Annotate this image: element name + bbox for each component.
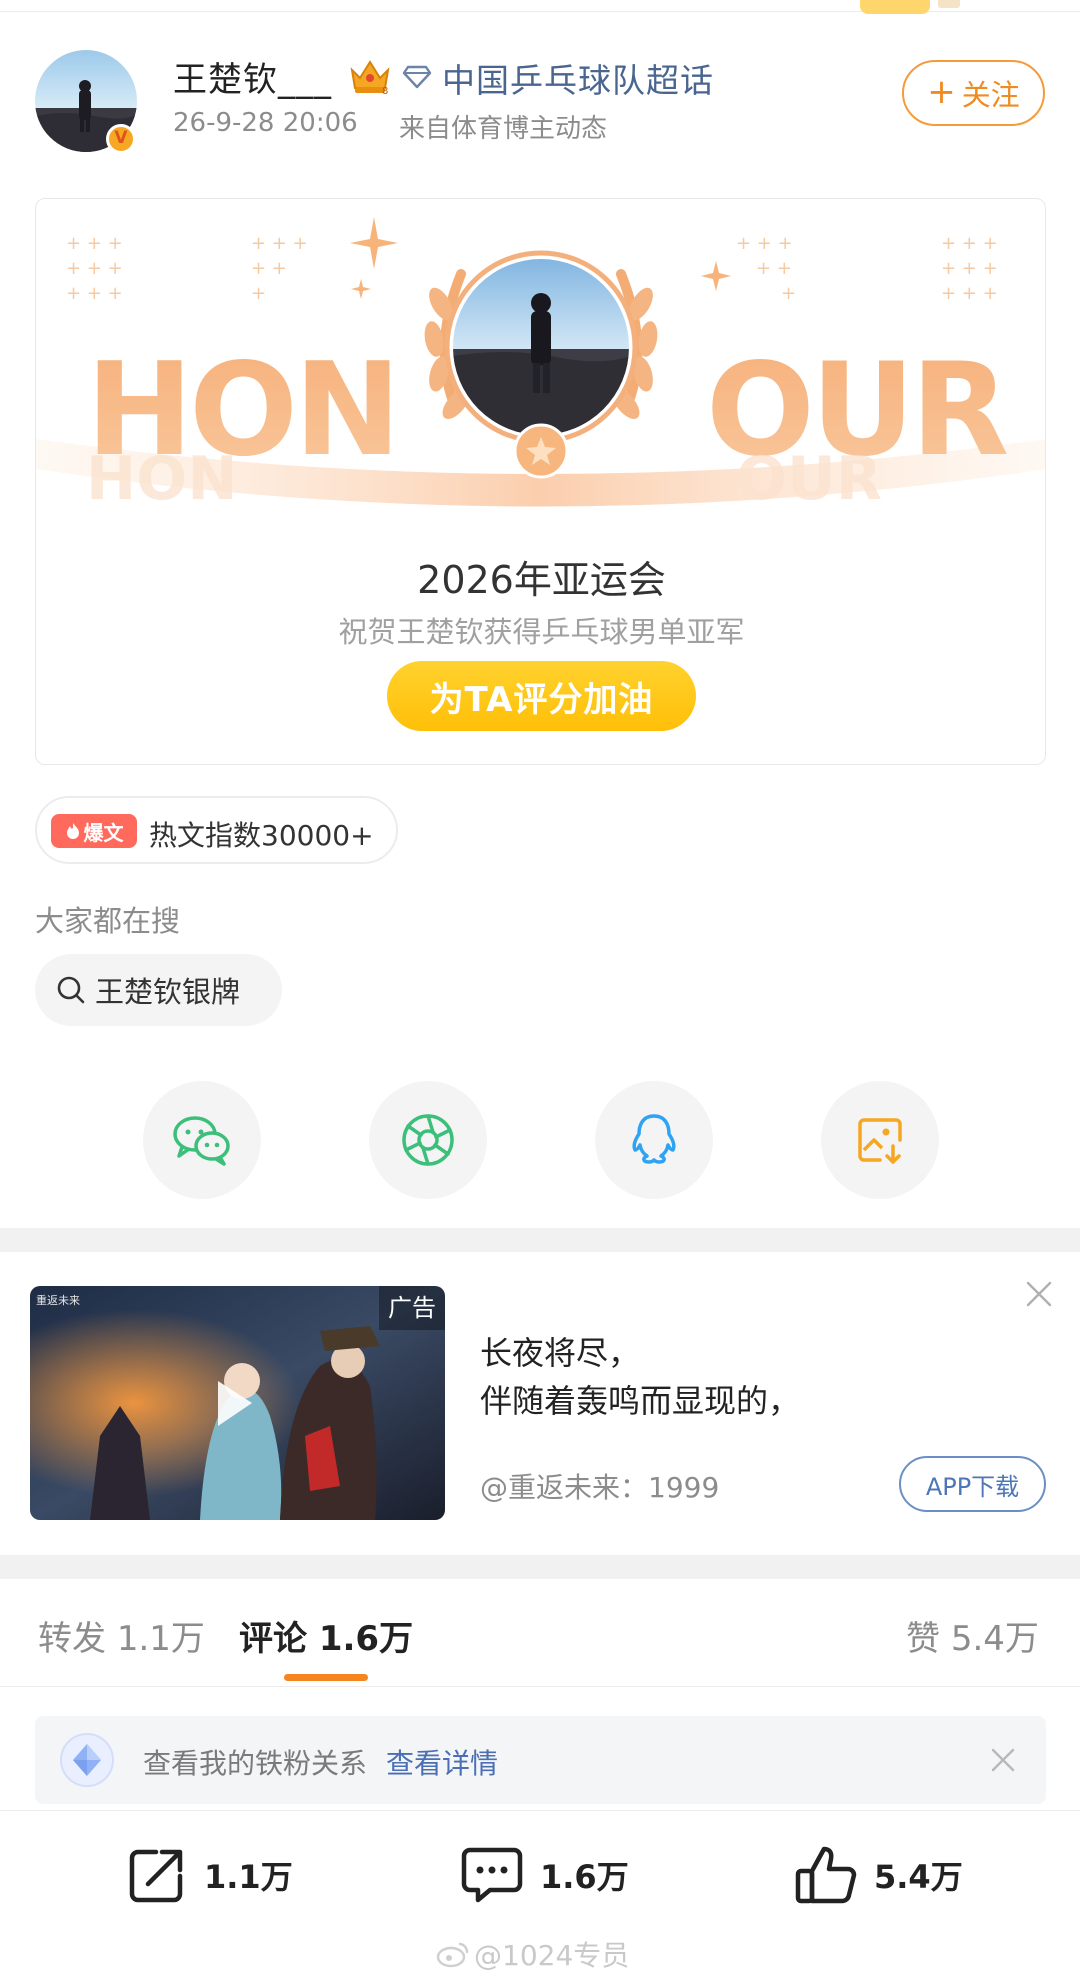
tab-repost-label: 转发 — [38, 1619, 106, 1659]
wechat-icon — [173, 1116, 230, 1166]
hot-badge: 爆文 — [51, 814, 137, 848]
tab-like[interactable]: 赞 5.4万 — [906, 1611, 1039, 1660]
share-wechat-button[interactable] — [143, 1081, 261, 1199]
search-icon — [57, 976, 85, 1004]
bottom-bar-divider — [0, 1810, 1080, 1811]
fan-relation-text: 查看我的铁粉关系 — [143, 1747, 368, 1780]
moments-icon — [402, 1114, 454, 1166]
watermark: @1024专员 — [436, 1934, 629, 1974]
svg-text:+ + +: + + + — [941, 283, 998, 304]
honour-card[interactable]: + + + + + + + + + + + + + + + + + + + + + + + … — [35, 198, 1046, 765]
ad-copy-line-1: 长夜将尽， — [480, 1334, 641, 1372]
diamond-icon — [402, 65, 432, 89]
hot-badge-label: 爆文 — [83, 820, 124, 845]
repost-icon — [129, 1849, 183, 1903]
crown-icon: 8 — [350, 60, 390, 96]
svg-text:8: 8 — [382, 86, 388, 96]
svg-text:+ + +: + + + — [941, 233, 998, 254]
svg-text:+ + +: + + + — [251, 233, 308, 254]
tab-like-label: 赞 — [906, 1619, 940, 1659]
share-qq-button[interactable] — [595, 1081, 713, 1199]
save-image-icon — [858, 1118, 902, 1164]
svg-text:HON: HON — [86, 444, 237, 514]
cheer-button[interactable]: 为TA评分加油 — [387, 661, 696, 731]
svg-text:重返未来: 重返未来 — [36, 1293, 80, 1307]
comment-count: 1.6万 — [540, 1858, 629, 1896]
fan-relation-link[interactable]: 查看详情 — [386, 1742, 498, 1782]
section-divider — [0, 1228, 1080, 1252]
search-section-label: 大家都在搜 — [35, 904, 181, 938]
svg-text:+ + +: + + + — [66, 258, 123, 279]
hot-index-tag[interactable]: 爆文 热文指数30000+ — [35, 796, 398, 864]
close-ad-icon[interactable] — [1022, 1277, 1056, 1311]
flame-icon — [66, 823, 79, 839]
like-action[interactable]: 5.4万 — [794, 1842, 963, 1908]
qq-icon — [632, 1114, 676, 1164]
fan-relation-bar[interactable]: 查看我的铁粉关系 查看详情 — [35, 1716, 1046, 1804]
comment-icon — [461, 1847, 523, 1903]
ad-copy-line-2: 伴随着轰鸣而显现的， — [480, 1382, 801, 1420]
tab-comment-label: 评论 — [239, 1619, 307, 1659]
svg-text:+ +: + + — [251, 258, 287, 279]
fan-diamond-icon — [60, 1733, 114, 1787]
svg-text:+ +: + + — [756, 258, 792, 279]
ad-video-thumbnail[interactable]: 重返未来 广告 — [30, 1286, 445, 1520]
follow-label: 关注 — [961, 78, 1020, 112]
save-image-button[interactable] — [821, 1081, 939, 1199]
hot-index-text: 热文指数30000+ — [149, 819, 374, 852]
svg-text:OUR: OUR — [736, 444, 882, 514]
tab-repost[interactable]: 转发 1.1万 — [38, 1611, 205, 1660]
comment-action[interactable]: 1.6万 — [460, 1842, 629, 1908]
ad-tag: 广告 — [379, 1286, 445, 1330]
repost-action[interactable]: 1.1万 — [126, 1842, 293, 1908]
watermark-text: @1024专员 — [474, 1939, 630, 1972]
share-moments-button[interactable] — [369, 1081, 487, 1199]
tab-indicator — [284, 1674, 368, 1681]
search-chip-text: 王楚钦银牌 — [95, 975, 241, 1009]
svg-text:+ + +: + + + — [941, 258, 998, 279]
app-download-button[interactable]: APP下载 — [899, 1456, 1046, 1512]
decoration-icon — [860, 0, 960, 14]
thumbs-up-icon — [795, 1846, 857, 1904]
honour-subtitle: 祝贺王楚钦获得乒乓球男单亚军 — [338, 615, 745, 649]
svg-text:+: + — [781, 283, 796, 304]
tab-like-count: 5.4万 — [950, 1619, 1039, 1659]
username[interactable]: 王楚钦___ — [173, 52, 332, 101]
weibo-logo-icon — [436, 1942, 469, 1968]
honour-banner: + + + + + + + + + + + + + + + + + + + + + + + … — [36, 217, 1045, 514]
ad-account[interactable]: @重返未来：1999 — [480, 1466, 719, 1506]
post-source: 来自体育博主动态 — [399, 114, 608, 144]
tab-divider — [0, 1686, 1080, 1687]
close-icon[interactable] — [987, 1744, 1019, 1776]
topic-link[interactable]: 中国乒乓球队超话 — [442, 54, 714, 102]
svg-text:+ + +: + + + — [66, 283, 123, 304]
svg-text:+ + +: + + + — [66, 233, 123, 254]
post-time: 26-9-28 20:06 — [173, 108, 358, 138]
search-chip[interactable]: 王楚钦银牌 — [35, 954, 282, 1026]
plus-icon: + — [927, 71, 956, 112]
repost-count: 1.1万 — [204, 1858, 293, 1896]
honour-title: 2026年亚运会 — [417, 558, 666, 602]
tab-comment-count: 1.6万 — [318, 1619, 414, 1659]
section-divider — [0, 1555, 1080, 1579]
tab-comment[interactable]: 评论 1.6万 — [239, 1611, 413, 1660]
tab-repost-count: 1.1万 — [116, 1619, 205, 1659]
svg-text:+: + — [251, 283, 266, 304]
svg-text:+ + +: + + + — [736, 233, 793, 254]
follow-button[interactable]: + 关注 — [902, 60, 1045, 126]
verified-badge: V — [106, 124, 136, 154]
like-count: 5.4万 — [874, 1858, 963, 1896]
